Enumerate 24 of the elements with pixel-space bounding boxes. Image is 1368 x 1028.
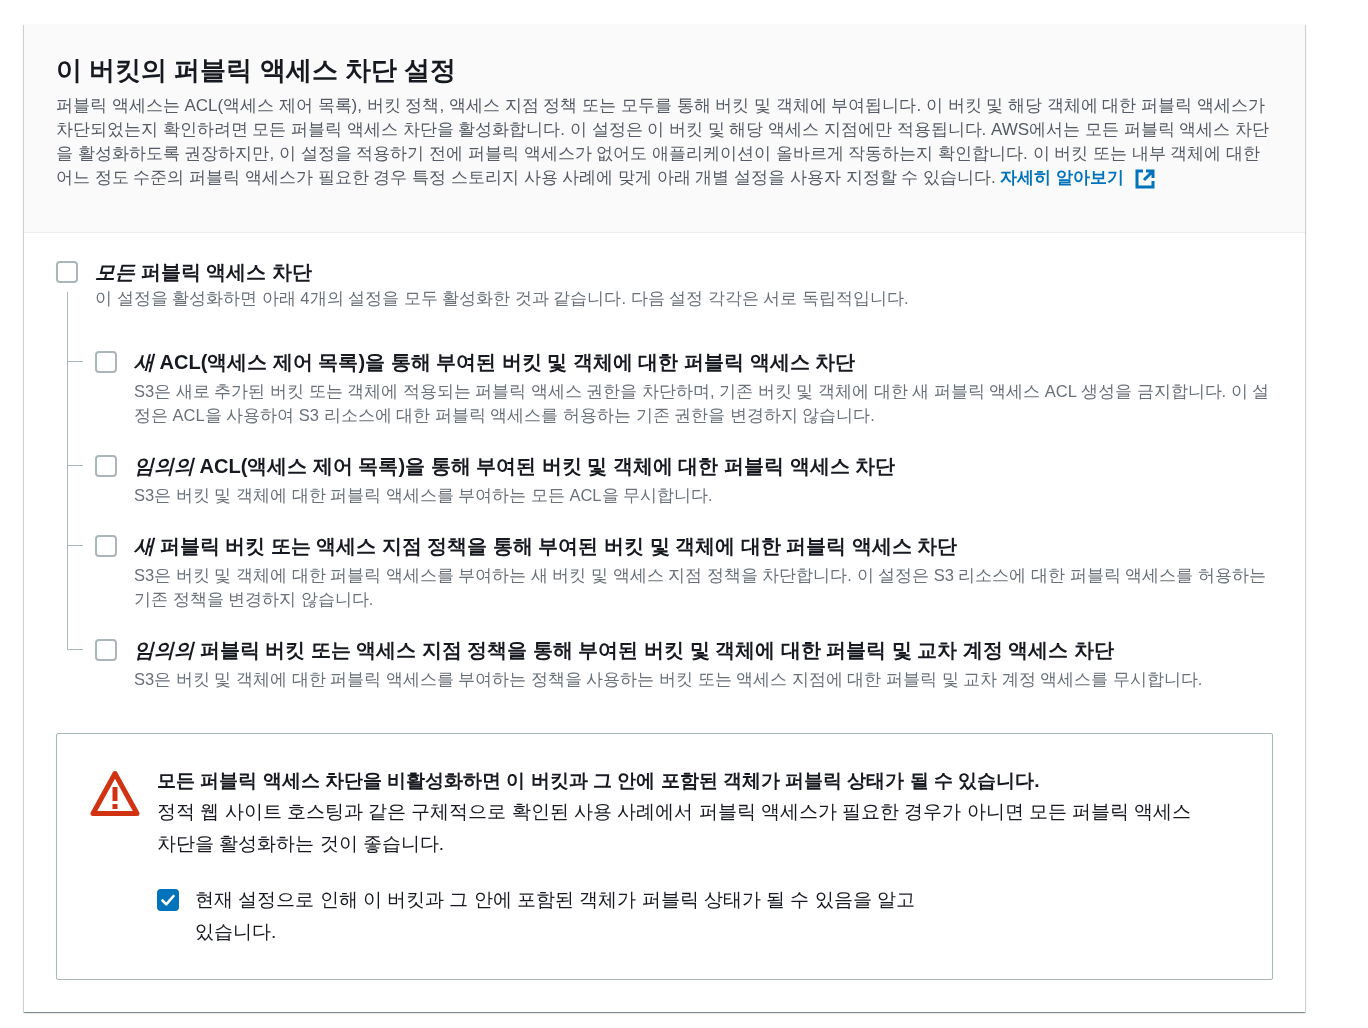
- checkbox[interactable]: [157, 889, 179, 911]
- panel-description: 퍼블릭 액세스는 ACL(액세스 제어 목록), 버킷 정책, 액세스 지점 정책 또는 모두를 통해 버킷 및 객체에 부여됩니다. 이 버킷 및 해당 객체에 대한 퍼블릭 액세스가 차단되었는지 확인하려면 모든 퍼블릭 액세스 차단을 활성화합니다. 이 설정은 이 버킷 및 해당 액세스 지점에만 적용됩니다. AWS에서는 모든 퍼블릭 액세스 차단을 활성화하도록 권장하지만, 이 설정을 적용하기 전에 퍼블릭 액세스가 없어도 애플리케이션이 올바르게 작동하는지 확인합니다. 이 버킷 또는 내부 객체에 대한 어느 정도 수준의 퍼블릭 액세스가 필요한 경우 특정 스토리지 사용 사례에 맞게 아래 개별 설정을 사용자 지정할 수 있습니다. 자세히 알아보기: [56, 94, 1273, 190]
- option-description: S3은 새로 추가된 버킷 또는 객체에 적용되는 퍼블릭 액세스 권한을 차단하며, 기존 버킷 및 객체에 대한 새 퍼블릭 액세스 ACL 생성을 금지합니다. 이 설정은 ACL을 사용하여 S3 리소스에 대한 퍼블릭 액세스를 허용하는 기존 권한을 변경하지 않습니다.: [134, 381, 1271, 426]
- panel-title: 이 버킷의 퍼블릭 액세스 차단 설정: [56, 54, 458, 87]
- checkbox-label: 모든 퍼블릭 액세스 차단: [95, 260, 312, 285]
- checkbox-label: 현재 설정으로 인해 이 버킷과 그 안에 포함된 객체가 퍼블릭 상태가 될 수 있음을 알고 있습니다.: [195, 888, 916, 944]
- option-description: 이 설정을 활성화하면 아래 4개의 설정을 모두 활성화한 것과 같습니다. 다음 설정 각각은 서로 독립적입니다.: [95, 288, 910, 309]
- checkbox[interactable]: [95, 455, 117, 477]
- checkbox[interactable]: [95, 351, 117, 373]
- warning-title: 모든 퍼블릭 액세스 차단을 비활성화하면 이 버킷과 그 안에 포함된 객체가 퍼블릭 상태가 될 수 있습니다.: [157, 769, 1041, 793]
- checkbox[interactable]: [56, 261, 78, 283]
- checkbox[interactable]: [95, 535, 117, 557]
- warning-icon: [90, 770, 140, 817]
- checkbox-label: 새 ACL(액세스 제어 목록)을 통해 부여된 버킷 및 객체에 대한 퍼블릭 액세스 차단: [134, 350, 857, 375]
- checkbox[interactable]: [95, 639, 117, 661]
- option-description: S3은 버킷 및 객체에 대한 퍼블릭 액세스를 부여하는 정책을 사용하는 버킷 또는 액세스 지점에 대한 퍼블릭 및 교차 계정 액세스를 무시합니다.: [134, 669, 1204, 690]
- option-description: S3은 버킷 및 객체에 대한 퍼블릭 액세스를 부여하는 모든 ACL을 무시합니다.: [134, 485, 714, 506]
- checkbox-label: 임의의 ACL(액세스 제어 목록)을 통해 부여된 버킷 및 객체에 대한 퍼블릭 액세스 차단: [134, 454, 897, 479]
- learn-more-link[interactable]: 자세히 알아보기: [1000, 166, 1157, 190]
- option-description: S3은 버킷 및 객체에 대한 퍼블릭 액세스를 부여하는 새 버킷 및 액세스 지점 정책을 차단합니다. 이 설정은 S3 리소스에 대한 퍼블릭 액세스를 허용하는 기존 정책을 변경하지 않습니다.: [134, 565, 1267, 610]
- checkbox-label: 새 퍼블릭 버킷 또는 액세스 지점 정책을 통해 부여된 버킷 및 객체에 대한 퍼블릭 액세스 차단: [134, 534, 959, 559]
- warning-message: 정적 웹 사이트 호스팅과 같은 구체적으로 확인된 사용 사례에서 퍼블릭 액세스가 필요한 경우가 아니면 모든 퍼블릭 액세스 차단을 활성화하는 것이 좋습니다.: [157, 800, 1193, 856]
- external-link-icon: [1134, 168, 1157, 190]
- checkbox-label: 임의의 퍼블릭 버킷 또는 액세스 지점 정책을 통해 부여된 버킷 및 객체에 대한 퍼블릭 및 교차 계정 액세스 차단: [134, 638, 1116, 663]
